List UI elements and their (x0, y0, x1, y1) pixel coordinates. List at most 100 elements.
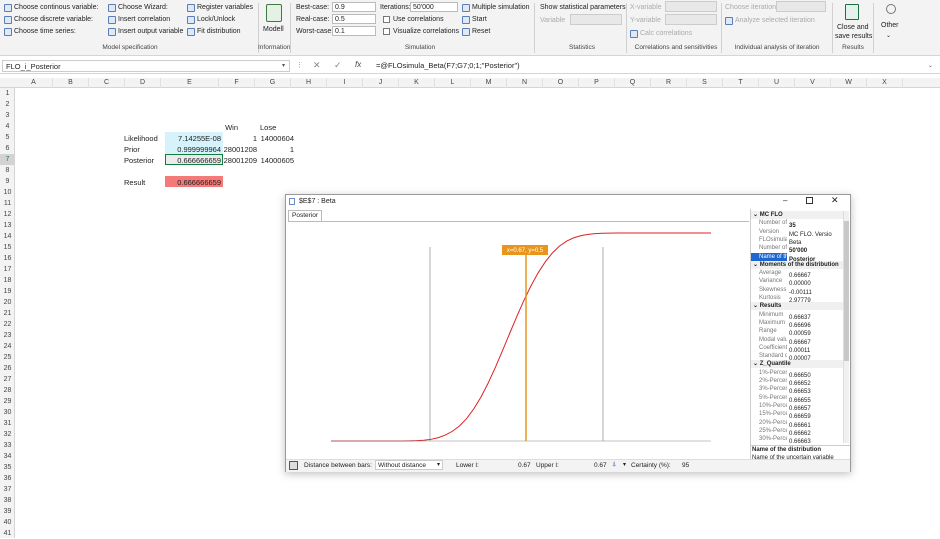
likelihood-label[interactable]: Likelihood (124, 133, 158, 144)
panel-row[interactable]: 3%-Percentil0.66653 (751, 385, 843, 393)
panel-row[interactable]: Range0.00059 (751, 327, 843, 335)
column-header-F[interactable]: F (219, 78, 255, 88)
panel-row[interactable]: 1%-Percentil0.66650 (751, 369, 843, 377)
panel-row[interactable]: 30%-Percent0.66663 (751, 435, 843, 443)
enter-icon[interactable]: ✓ (334, 60, 342, 71)
formula-input[interactable]: =@FLOsimula_Beta(F7;G7;0;1;"Posterior") (372, 60, 936, 72)
likelihood-win[interactable]: 1 (223, 133, 259, 144)
modell-icon[interactable] (266, 4, 282, 22)
row-header-22[interactable]: 22 (0, 319, 15, 330)
column-header-W[interactable]: W (831, 78, 867, 88)
choose-discrete-variable-button[interactable]: Choose discrete variable: (4, 14, 93, 25)
name-box-chevron-icon[interactable]: ▾ (282, 62, 285, 69)
choose-time-series-button[interactable]: Choose time series: (4, 26, 76, 37)
insert-output-variable-button[interactable]: Insert output variable (108, 26, 183, 37)
panel-row[interactable]: 15%-Percent0.66659 (751, 410, 843, 418)
upper-limit-value[interactable]: 0.67 (594, 462, 607, 469)
calc-correlations-button[interactable]: Calc correlations (630, 28, 692, 39)
panel-row[interactable]: 20%-Percent0.66661 (751, 419, 843, 427)
column-header-E[interactable]: E (161, 78, 219, 88)
panel-row[interactable]: Skewness-0.00111 (751, 286, 843, 294)
chevron-down-icon[interactable]: ▾ (437, 461, 440, 468)
panel-row[interactable]: Variance0.00000 (751, 277, 843, 285)
fit-distribution-button[interactable]: Fit distribution (187, 26, 241, 37)
row-header-16[interactable]: 16 (0, 253, 15, 264)
panel-section-header[interactable]: ⌄ Results (751, 302, 843, 310)
row-header-3[interactable]: 3 (0, 110, 15, 121)
choose-wizard-button[interactable]: Choose Wizard: (108, 2, 168, 13)
row-header-11[interactable]: 11 (0, 198, 15, 209)
panel-row[interactable]: Standard dev0.00007 (751, 352, 843, 360)
column-header-X[interactable]: X (867, 78, 903, 88)
panel-row[interactable]: 5%-Percentil0.66655 (751, 394, 843, 402)
row-header-37[interactable]: 37 (0, 484, 15, 495)
column-header-C[interactable]: C (89, 78, 125, 88)
column-header-L[interactable]: L (435, 78, 471, 88)
column-header-N[interactable]: N (507, 78, 543, 88)
row-header-36[interactable]: 36 (0, 473, 15, 484)
certainty-icon[interactable]: ⍋ (612, 461, 616, 469)
row-header-13[interactable]: 13 (0, 220, 15, 231)
column-header-D[interactable]: D (125, 78, 161, 88)
other-icon[interactable] (886, 4, 896, 14)
row-header-6[interactable]: 6 (0, 143, 15, 154)
panel-row[interactable]: Minimum0.66637 (751, 311, 843, 319)
cancel-icon[interactable]: ✕ (313, 60, 321, 71)
row-header-23[interactable]: 23 (0, 330, 15, 341)
row-header-21[interactable]: 21 (0, 308, 15, 319)
panel-row[interactable]: 10%-Percent0.66657 (751, 402, 843, 410)
column-header-J[interactable]: J (363, 78, 399, 88)
row-header-33[interactable]: 33 (0, 440, 15, 451)
panel-section-header[interactable]: ⌄ Moments of the distribution (751, 261, 843, 269)
worst-case-input[interactable]: 0.1 (332, 26, 376, 36)
column-header-B[interactable]: B (53, 78, 89, 88)
column-header-U[interactable]: U (759, 78, 795, 88)
row-header-18[interactable]: 18 (0, 275, 15, 286)
row-header-10[interactable]: 10 (0, 187, 15, 198)
row-header-9[interactable]: 9 (0, 176, 15, 187)
likelihood-value[interactable]: 7.14255E-08 (165, 133, 223, 144)
column-header-P[interactable]: P (579, 78, 615, 88)
use-correlations-checkbox[interactable]: Use correlations (383, 14, 444, 25)
chevron-down-icon[interactable]: ⌄ (886, 30, 891, 41)
iterations-input[interactable]: 50'000 (410, 2, 458, 12)
row-header-1[interactable]: 1 (0, 88, 15, 99)
likelihood-lose[interactable]: 14000604 (259, 133, 296, 144)
column-header-H[interactable]: H (291, 78, 327, 88)
row-header-20[interactable]: 20 (0, 297, 15, 308)
column-header-K[interactable]: K (399, 78, 435, 88)
row-header-27[interactable]: 27 (0, 374, 15, 385)
tab-posterior[interactable]: Posterior (288, 210, 322, 221)
row-header-14[interactable]: 14 (0, 231, 15, 242)
register-variables-button[interactable]: Register variables (187, 2, 253, 13)
panel-row[interactable]: Number of it50'000 (751, 244, 843, 252)
panel-row[interactable]: Modal value0.66667 (751, 336, 843, 344)
excel-save-icon[interactable] (845, 4, 859, 20)
modell-button[interactable]: Modell (263, 24, 284, 35)
chart-settings-icon[interactable] (289, 461, 298, 470)
posterior-win[interactable]: 28001209 (223, 155, 259, 166)
multiple-simulation-button[interactable]: Multiple simulation (462, 2, 530, 13)
expand-formula-icon[interactable]: ⌄ (928, 62, 933, 69)
choose-continuous-variable-button[interactable]: Choose continous variable: (4, 2, 98, 13)
distance-dropdown[interactable]: Without distance (375, 460, 443, 470)
prior-lose[interactable]: 1 (259, 144, 296, 155)
panel-row[interactable]: 25%-Percent0.66662 (751, 427, 843, 435)
lock-unlock-button[interactable]: Lock/Unlock (187, 14, 235, 25)
column-header-V[interactable]: V (795, 78, 831, 88)
row-header-32[interactable]: 32 (0, 429, 15, 440)
choose-iteration-input[interactable] (776, 1, 826, 12)
panel-row[interactable]: VersionMC FLO, Versio (751, 228, 843, 236)
column-header-R[interactable]: R (651, 78, 687, 88)
row-header-38[interactable]: 38 (0, 495, 15, 506)
minimize-icon[interactable]: – (783, 196, 787, 205)
row-header-28[interactable]: 28 (0, 385, 15, 396)
posterior-lose[interactable]: 14000605 (259, 155, 296, 166)
variable-dropdown[interactable] (570, 14, 622, 25)
row-header-40[interactable]: 40 (0, 517, 15, 528)
reset-button[interactable]: Reset (462, 26, 490, 37)
row-header-30[interactable]: 30 (0, 407, 15, 418)
lower-limit-value[interactable]: 0.67 (518, 462, 531, 469)
row-header-31[interactable]: 31 (0, 418, 15, 429)
x-variable-dropdown[interactable] (665, 1, 717, 12)
